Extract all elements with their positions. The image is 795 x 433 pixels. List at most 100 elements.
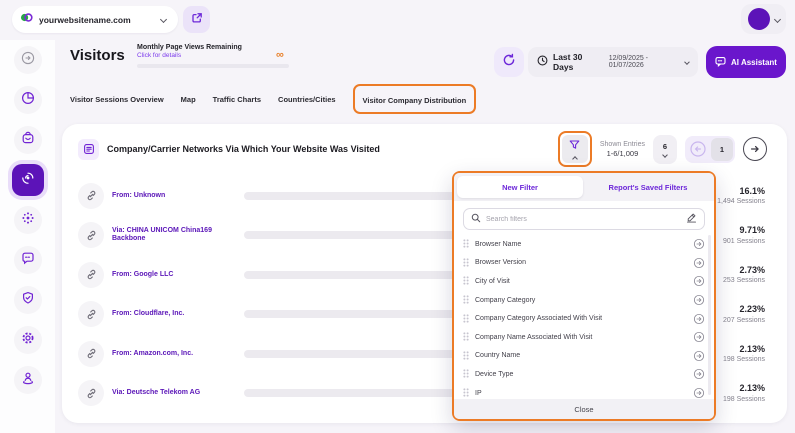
inbox-bag-icon [21, 131, 35, 150]
audience-dots-icon [21, 211, 35, 230]
drag-handle-icon[interactable] [463, 310, 469, 328]
sidebar-item-feedback[interactable] [14, 246, 42, 274]
bar-label[interactable]: From: Cloudflare, Inc. [112, 310, 244, 318]
filter-item-label: Company Category [475, 297, 535, 304]
drag-handle-icon[interactable] [463, 272, 469, 290]
apply-filter-icon[interactable] [693, 294, 705, 306]
filter-item-company-category[interactable]: Company Category [463, 291, 705, 310]
quota-details-link[interactable]: Click for details [137, 52, 289, 59]
chevron-down-icon [684, 59, 690, 65]
apply-filter-icon[interactable] [693, 238, 705, 250]
ai-assistant-button[interactable]: AI Assistant [706, 46, 786, 78]
quota-value: ∞ [276, 49, 284, 61]
filter-button[interactable] [562, 135, 588, 163]
bar-label[interactable]: From: Amazon.com, Inc. [112, 350, 244, 358]
card-controls: Shown Entries 1-6/1,009 6 1 [558, 131, 767, 167]
app-screen: yourwebsitename.com [0, 0, 795, 433]
tab-traffic-charts[interactable]: Traffic Charts [213, 95, 261, 104]
apply-filter-icon[interactable] [693, 387, 705, 399]
drag-handle-icon[interactable] [463, 365, 469, 383]
ai-chat-icon [715, 56, 726, 69]
bar-label[interactable]: Via: CHINA UNICOM China169 Backbone [112, 227, 244, 244]
sidebar-collapse-button[interactable] [14, 46, 42, 74]
drag-handle-icon[interactable] [463, 291, 469, 309]
link-icon[interactable] [78, 380, 104, 406]
bar-label[interactable]: Via: Deutsche Telekom AG [112, 389, 244, 397]
filter-item-label: Company Name Associated With Visit [475, 334, 592, 341]
card-header: Company/Carrier Networks Via Which Your … [62, 124, 787, 174]
link-icon[interactable] [78, 262, 104, 288]
apply-filter-icon[interactable] [693, 257, 705, 269]
link-icon[interactable] [78, 341, 104, 367]
chevron-down-icon [773, 15, 780, 22]
page-size-value: 6 [663, 142, 667, 151]
filter-list-scrollbar[interactable] [708, 235, 711, 395]
next-page-button[interactable] [743, 137, 767, 161]
drag-handle-icon[interactable] [463, 235, 469, 253]
clock-icon [537, 53, 548, 71]
link-icon[interactable] [78, 183, 104, 209]
sidebar-item-audience[interactable] [14, 206, 42, 234]
apply-filter-icon[interactable] [693, 275, 705, 287]
drag-handle-icon[interactable] [463, 254, 469, 272]
filter-item-browser-version[interactable]: Browser Version [463, 254, 705, 273]
filter-item-browser-name[interactable]: Browser Name [463, 235, 705, 254]
website-selector[interactable]: yourwebsitename.com [12, 6, 178, 33]
chat-bubble-icon [21, 251, 35, 270]
close-filter-button[interactable]: Close [454, 399, 714, 419]
sidebar-item-security[interactable] [14, 286, 42, 314]
current-page[interactable]: 1 [711, 138, 733, 161]
shown-entries: Shown Entries 1-6/1,009 [600, 140, 645, 159]
filter-item-device-type[interactable]: Device Type [463, 365, 705, 384]
sidebar-item-inbox[interactable] [14, 126, 42, 154]
bar-label[interactable]: From: Google LLC [112, 271, 244, 279]
link-icon[interactable] [78, 301, 104, 327]
apply-filter-icon[interactable] [693, 368, 705, 380]
open-website-button[interactable] [183, 6, 210, 33]
apply-filter-icon[interactable] [693, 331, 705, 343]
quota-widget: Monthly Page Views Remaining Click for d… [137, 44, 289, 68]
apply-filter-icon[interactable] [693, 350, 705, 362]
filter-item-country-name[interactable]: Country Name [463, 347, 705, 366]
active-tab-highlight: Visitor Company Distribution [353, 84, 477, 114]
shown-entries-label: Shown Entries [600, 140, 645, 149]
previous-page-button[interactable] [687, 138, 709, 160]
card-title: Company/Carrier Networks Via Which Your … [107, 144, 380, 154]
sidebar-item-visitors[interactable] [12, 164, 44, 196]
refresh-icon [502, 53, 516, 72]
external-link-icon [191, 11, 203, 29]
link-icon[interactable] [78, 222, 104, 248]
sidebar [0, 40, 55, 433]
drag-handle-icon[interactable] [463, 347, 469, 365]
tab-visitor-sessions-overview[interactable]: Visitor Sessions Overview [70, 95, 164, 104]
page-size-select[interactable]: 6 [653, 135, 677, 164]
visitors-radar-icon [20, 170, 36, 191]
sidebar-collapse-icon [21, 51, 35, 70]
chevron-up-icon [572, 156, 578, 162]
tab-visitor-company-distribution[interactable]: Visitor Company Distribution [363, 96, 467, 105]
apply-filter-icon[interactable] [693, 313, 705, 325]
filter-item-company-name-associated[interactable]: Company Name Associated With Visit [463, 328, 705, 347]
tab-reports-saved-filters[interactable]: Report's Saved Filters [585, 176, 711, 198]
sidebar-item-dashboard[interactable] [14, 86, 42, 114]
date-range-picker[interactable]: Last 30 Days 12/09/2025 - 01/07/2026 [528, 47, 698, 77]
filter-item-label: Browser Version [475, 259, 526, 266]
clear-filters-icon[interactable] [686, 210, 697, 228]
filter-search-input[interactable] [486, 216, 681, 223]
tab-new-filter[interactable]: New Filter [457, 176, 583, 198]
filter-item-city-of-visit[interactable]: City of Visit [463, 272, 705, 291]
filter-item-label: Company Category Associated With Visit [475, 315, 602, 322]
filter-panel: New Filter Report's Saved Filters Browse… [452, 171, 716, 421]
website-name: yourwebsitename.com [39, 15, 155, 25]
sidebar-item-settings[interactable] [14, 326, 42, 354]
filter-item-company-category-associated[interactable]: Company Category Associated With Visit [463, 309, 705, 328]
drag-handle-icon[interactable] [463, 328, 469, 346]
user-menu[interactable] [741, 4, 786, 34]
filter-button-highlight [558, 131, 592, 167]
tab-map[interactable]: Map [181, 95, 196, 104]
refresh-button[interactable] [494, 47, 524, 77]
sidebar-item-account[interactable] [14, 366, 42, 394]
bar-label[interactable]: From: Unknown [112, 192, 244, 200]
filter-search [463, 208, 705, 230]
tab-countries-cities[interactable]: Countries/Cities [278, 95, 336, 104]
